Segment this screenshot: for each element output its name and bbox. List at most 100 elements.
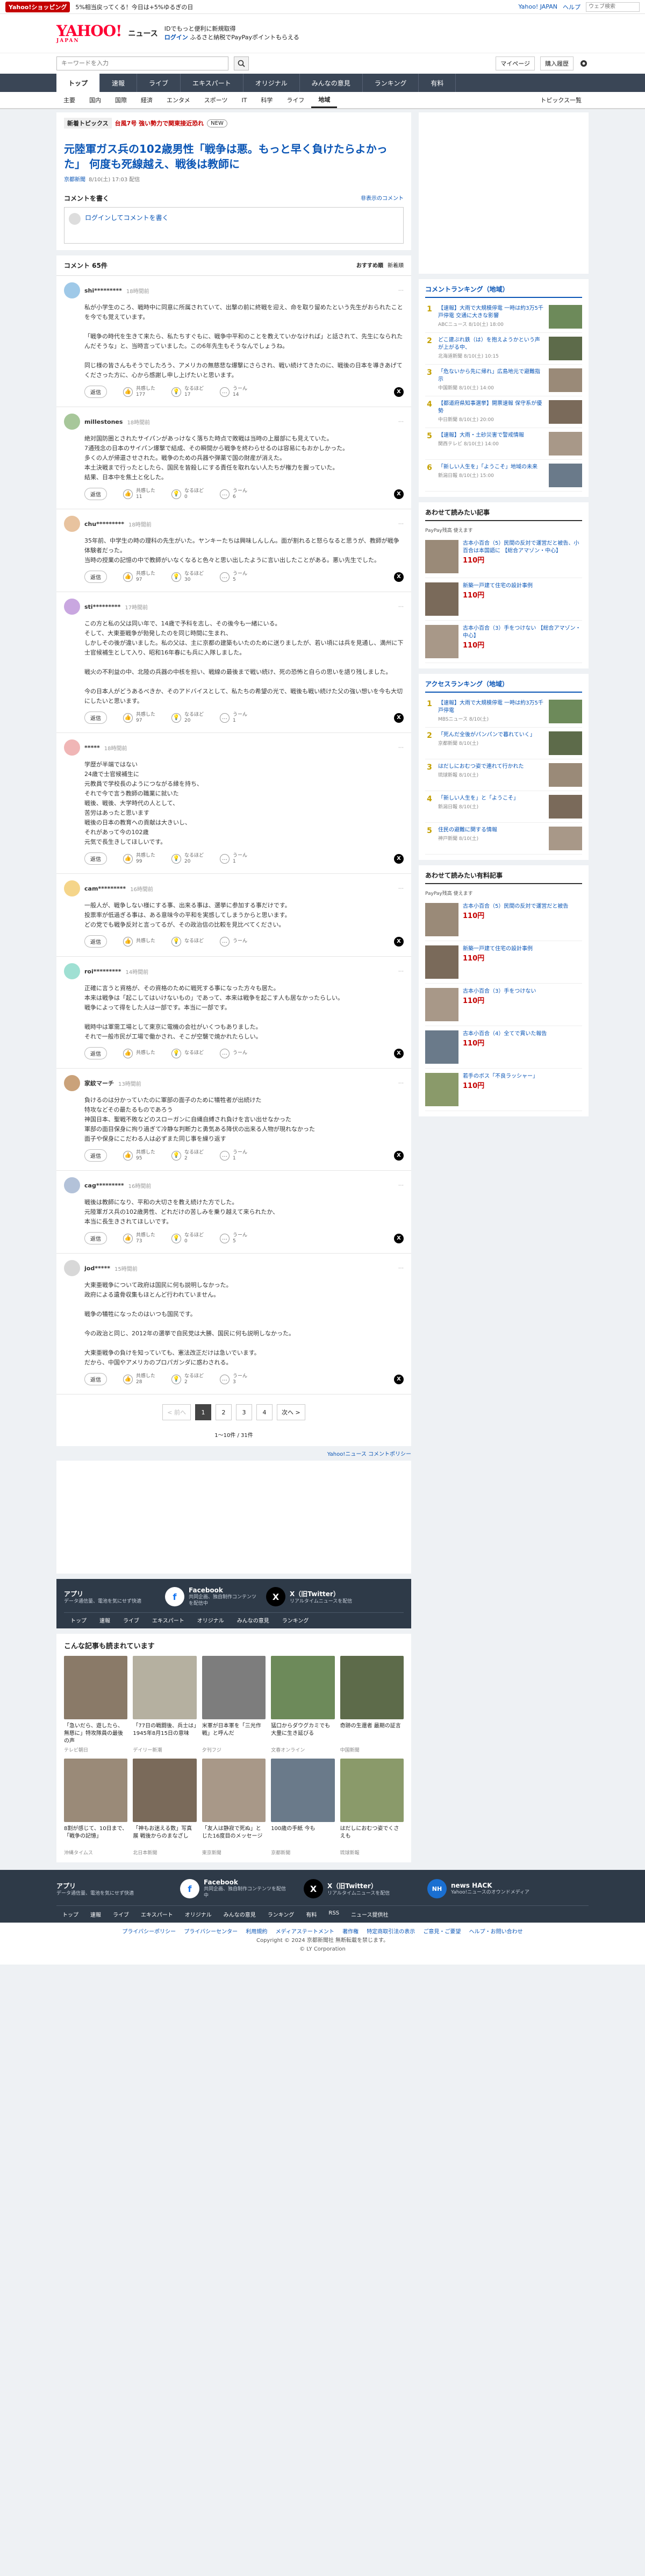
recommended-card[interactable]: 「友人は静寂で死ぬ」とじた16度目のメッセージ 東京新聞 — [202, 1759, 266, 1856]
reaction-up-button[interactable]: 👍 共感した 95 — [123, 1150, 155, 1162]
reaction-up-button[interactable]: 👍 共感した 97 — [123, 712, 155, 724]
tab-sports[interactable]: スポーツ — [197, 92, 235, 108]
x-share-icon[interactable]: X — [394, 853, 404, 864]
tab-entertainment[interactable]: エンタメ — [160, 92, 197, 108]
nav-ranking[interactable]: ランキング — [363, 74, 419, 92]
avatar[interactable] — [64, 880, 80, 896]
recommended-card[interactable]: 「急いだら、遊したら、無慈に」特攻隊員の最後の声 テレビ朝日 — [64, 1656, 128, 1753]
recommended-card[interactable]: 「神もお迷える数」写真展 戦後からのまなざし 北日本新聞 — [133, 1759, 197, 1856]
recommended-card[interactable]: 猛口からダウグカミでも大量に生き延びる 文春オンライン — [271, 1656, 335, 1753]
reaction-up-button[interactable]: 👍 共感した 177 — [123, 386, 155, 398]
x-share-icon[interactable]: X — [394, 1048, 404, 1058]
footer-nav-live[interactable]: ライブ — [107, 1910, 135, 1918]
nav-breaking[interactable]: 速報 — [100, 74, 138, 92]
reaction-down-button[interactable]: … うーん 14 — [220, 386, 247, 398]
help-link[interactable]: ヘルプ — [563, 3, 580, 11]
comment-login-box[interactable]: ログインしてコメントを書く — [64, 207, 404, 244]
help-contact-link[interactable]: ヘルプ・お問い合わせ — [469, 1929, 523, 1935]
ranking-item[interactable]: 4 「新しい人生を」と「ようこそ」 新潟日報 8/10(土) — [425, 791, 582, 823]
reaction-up-button[interactable]: 👍 共感した — [123, 936, 155, 947]
tab-life[interactable]: ライフ — [280, 92, 311, 108]
reaction-up-button[interactable]: 👍 共感した 28 — [123, 1374, 155, 1385]
footer-x-link[interactable]: X X（旧Twitter） リアルタイムニュースを配信 — [304, 1879, 411, 1898]
page-3-button[interactable]: 3 — [236, 1404, 252, 1420]
report-link[interactable]: ⋯ — [398, 1183, 404, 1189]
reaction-down-button[interactable]: … うーん — [220, 936, 247, 947]
footer-nav-paid[interactable]: 有料 — [300, 1910, 322, 1918]
reply-button[interactable]: 返信 — [84, 711, 107, 724]
paid-article-item[interactable]: 古本小百合（5）民間の反対で運営だと被告 110円 — [425, 899, 582, 941]
app-link[interactable]: アプリ データ通信量、電池を気にせず快適 — [64, 1589, 155, 1605]
recommended-card[interactable]: 100歳の手紙 今も 京都新聞 — [271, 1759, 335, 1856]
reaction-up-button[interactable]: 👍 共感した 11 — [123, 488, 155, 500]
ranking-item[interactable]: 3 はだしにおむつ姿で連れて行かれた 琉球新報 8/10(土) — [425, 759, 582, 791]
apps-nav-ranking[interactable]: ランキング — [276, 1616, 316, 1624]
article-title[interactable]: 元陸軍ガス兵の102歳男性「戦争は悪。もっと早く負けたらよかった」 何度も死線越… — [64, 141, 404, 172]
avatar[interactable] — [64, 1177, 80, 1193]
avatar[interactable] — [64, 282, 80, 298]
apps-nav-live[interactable]: ライブ — [117, 1616, 146, 1624]
reaction-down-button[interactable]: … うーん 1 — [220, 1150, 247, 1162]
comment-author[interactable]: 家紋マーチ — [84, 1079, 114, 1087]
shopping-promo-badge[interactable]: Yahoo!ショッピング — [5, 1, 70, 12]
nav-top[interactable]: トップ — [56, 74, 101, 92]
tab-main[interactable]: 主要 — [56, 92, 82, 108]
tab-local[interactable]: 地域 — [311, 92, 338, 108]
ranking-item[interactable]: 2 どこ建ぶれ鉄（は）を抱えようかという声が上がる中、 北海道新聞 8/10(土) … — [425, 333, 582, 365]
gear-icon[interactable] — [579, 59, 589, 68]
privacy-policy-link[interactable]: プライバシーポリシー — [122, 1929, 176, 1935]
page-4-button[interactable]: 4 — [256, 1404, 273, 1420]
copyright-link[interactable]: 著作権 — [342, 1929, 359, 1935]
yahoo-logo[interactable]: YAHOO! JAPAN — [56, 23, 122, 44]
reply-button[interactable]: 返信 — [84, 488, 107, 500]
paid-article-item[interactable]: 古本小百合（3）手をつけない 【総合アマゾン・中心】 110円 — [425, 621, 582, 663]
ad-area[interactable] — [56, 1461, 411, 1574]
comment-policy-link[interactable]: Yahoo!ニュース コメントポリシー — [56, 1446, 411, 1461]
x-share-icon[interactable]: X — [394, 489, 404, 499]
avatar[interactable] — [64, 1260, 80, 1276]
reaction-down-button[interactable]: … うーん 1 — [220, 853, 247, 865]
recommended-card[interactable]: 米軍が日本軍を「三光作戦」と呼んだ 夕刊フジ — [202, 1656, 266, 1753]
reply-button[interactable]: 返信 — [84, 852, 107, 865]
comment-author[interactable]: sti********* — [84, 603, 120, 610]
reaction-down-button[interactable]: … うーん — [220, 1048, 247, 1058]
apps-nav-top[interactable]: トップ — [64, 1616, 93, 1624]
reply-button[interactable]: 返信 — [84, 1149, 107, 1162]
comment-author[interactable]: ***** — [84, 744, 100, 751]
report-link[interactable]: ⋯ — [398, 288, 404, 294]
apps-nav-breaking[interactable]: 速報 — [93, 1616, 117, 1624]
news-search-input[interactable] — [56, 56, 228, 70]
comment-author[interactable]: roi********* — [84, 968, 121, 975]
paid-article-item[interactable]: 新築一戸建て住宅の設計事例 110円 — [425, 578, 582, 621]
facebook-link[interactable]: f Facebook 共同企画、独自制作コンテンツを配信中 — [165, 1586, 256, 1607]
reaction-down-button[interactable]: … うーん 5 — [220, 1233, 247, 1244]
ranking-item[interactable]: 6 「新しい人生を」「ようこそ」地域の未来 新潟日報 8/10(土) 15:00 — [425, 460, 582, 492]
reaction-up-button[interactable]: 👍 共感した 73 — [123, 1233, 155, 1244]
x-link[interactable]: X X（旧Twitter） リアルタイムニュースを配信 — [266, 1587, 357, 1606]
purchase-history-button[interactable]: 購入履歴 — [540, 56, 574, 70]
reaction-mid-button[interactable]: 💡 なるほど — [171, 936, 204, 947]
comment-author[interactable]: jod***** — [84, 1265, 110, 1272]
paid-article-item[interactable]: 古本小百合（4）全てで貫いた報告 110円 — [425, 1026, 582, 1069]
reply-button[interactable]: 返信 — [84, 935, 107, 948]
footer-nav-opinion[interactable]: みんなの意見 — [218, 1910, 262, 1918]
comment-author[interactable]: cag********* — [84, 1182, 124, 1189]
recommended-card[interactable]: 8割が感じて、10日まで、「戦争の記憶」 沖縄タイムス — [64, 1759, 128, 1856]
reaction-down-button[interactable]: … うーん 3 — [220, 1374, 247, 1385]
furusato-promo[interactable]: ふるさと納税でPayPayポイントもらえる — [190, 34, 299, 41]
comment-author[interactable]: shi********* — [84, 287, 122, 294]
login-to-comment[interactable]: ログインしてコメントを書く — [85, 213, 169, 238]
report-link[interactable]: ⋯ — [398, 969, 404, 974]
x-share-icon[interactable]: X — [394, 1150, 404, 1161]
nav-expert[interactable]: エキスパート — [181, 74, 243, 92]
reaction-mid-button[interactable]: 💡 なるほど 2 — [171, 1374, 204, 1385]
reply-button[interactable]: 返信 — [84, 571, 107, 583]
shopping-promo-text[interactable]: 5%相当戻ってくる！今日は+5%ゆるぎの日 — [75, 3, 193, 11]
prev-page-button[interactable]: < 前へ — [162, 1404, 191, 1420]
footer-nav-breaking[interactable]: 速報 — [84, 1910, 107, 1918]
recommended-card[interactable]: 奇跡の生還者 最期の証言 中国新聞 — [340, 1656, 404, 1753]
tab-economy[interactable]: 経済 — [134, 92, 160, 108]
reply-button[interactable]: 返信 — [84, 386, 107, 398]
reaction-up-button[interactable]: 👍 共感した — [123, 1048, 155, 1058]
comment-author[interactable]: cam********* — [84, 885, 126, 892]
